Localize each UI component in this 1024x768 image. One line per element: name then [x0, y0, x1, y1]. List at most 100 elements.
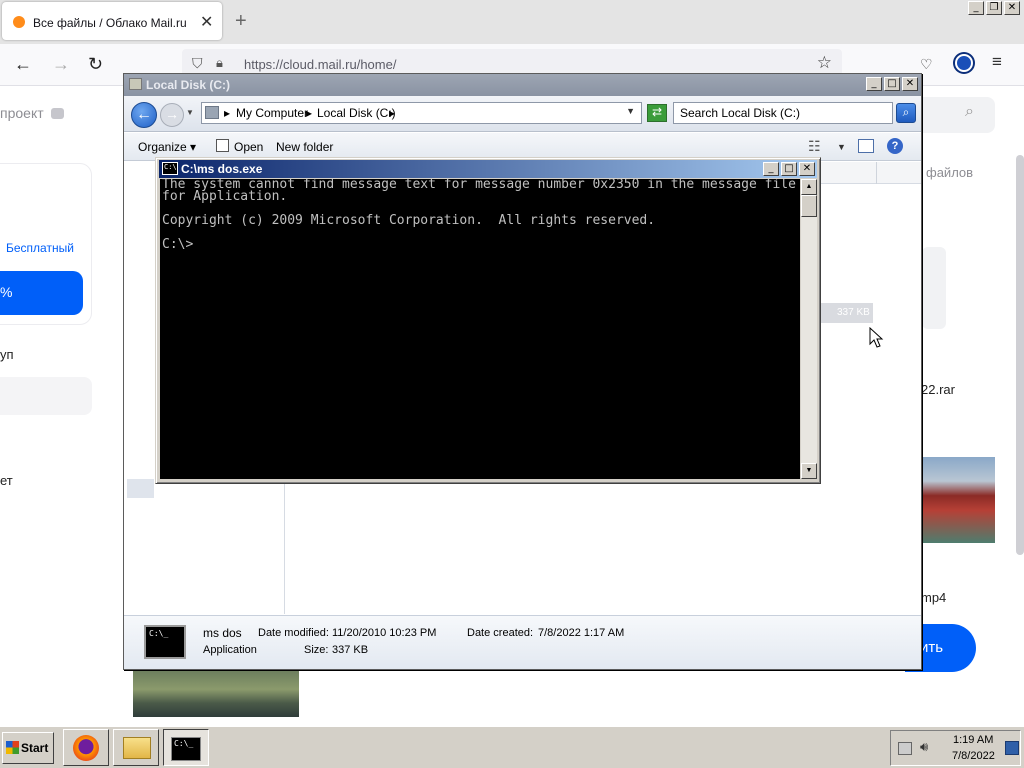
hamburger-menu-icon[interactable]: ≡ [992, 52, 1002, 72]
explorer-taskbar-button[interactable] [113, 729, 159, 766]
search-icon[interactable]: ⌕ [896, 103, 916, 123]
explorer-search-input[interactable]: Search Local Disk (C:) [673, 102, 893, 124]
vk-badge-icon [51, 108, 64, 119]
close-icon[interactable]: ✕ [799, 162, 815, 176]
network-icon[interactable] [898, 742, 912, 755]
breadcrumb-separator-icon[interactable]: ▸ [389, 106, 395, 120]
console-title: C:\ms dos.exe [181, 162, 263, 176]
scroll-down-icon[interactable]: ▼ [801, 463, 817, 479]
breadcrumb-separator-icon[interactable]: ▸ [224, 106, 230, 120]
search-icon[interactable]: ⌕ [965, 103, 974, 121]
minimize-icon[interactable]: _ [968, 1, 984, 15]
address-field[interactable]: ▸ My Computer ▸ Local Disk (C:) ▸ ▼ [201, 102, 642, 124]
selected-file-size-cell[interactable]: 337 KB [820, 303, 873, 323]
windows-logo-icon [6, 741, 19, 754]
taskbar: Start C:\_ 🔊︎ 1:19 AM 7/8/2022 [0, 725, 1024, 768]
lock-icon[interactable]: 🔒︎ [216, 55, 223, 71]
start-button[interactable]: Start [2, 732, 54, 764]
internet-section-label: ет [0, 473, 13, 488]
mouse-pointer-icon [869, 327, 884, 348]
back-arrow-icon[interactable]: ← [14, 54, 32, 75]
project-label[interactable]: проект [0, 105, 44, 121]
firefox-taskbar-button[interactable] [63, 729, 109, 766]
file-type: Application [203, 644, 257, 656]
file-thumbnail-placeholder[interactable] [922, 247, 946, 329]
clock-time[interactable]: 1:19 AM [953, 734, 993, 746]
open-icon [216, 139, 229, 152]
views-icon[interactable]: ☷ [808, 138, 821, 155]
plan-action-label: % [0, 284, 13, 300]
console-window-controls: _ □ ✕ [763, 162, 815, 176]
rar-file-name[interactable]: 22.rar [921, 382, 955, 397]
minimize-icon[interactable]: _ [866, 77, 882, 91]
organize-label: Organize [138, 140, 187, 154]
console-window: C:\ C:\ms dos.exe _ □ ✕ The system canno… [155, 157, 821, 484]
volume-icon[interactable]: 🔊︎ [920, 739, 928, 755]
close-icon[interactable]: ✕ [902, 77, 918, 91]
start-label: Start [21, 741, 49, 755]
tracking-shield-icon[interactable]: ⛉ [192, 55, 203, 72]
forward-arrow-icon[interactable]: → [160, 103, 184, 127]
new-tab-icon[interactable]: + [235, 10, 247, 33]
files-header: файлов [926, 165, 974, 180]
photo-thumbnail[interactable] [921, 457, 995, 543]
maximize-icon[interactable]: □ [884, 77, 900, 91]
browser-window-controls: _ ❐ ✕ [968, 1, 1020, 15]
new-folder-button[interactable]: New folder [276, 140, 333, 154]
tab-title: Все файлы / Облако Mail.ru [33, 16, 187, 30]
date-modified-value: 11/20/2010 10:23 PM [332, 627, 437, 639]
explorer-title-bar[interactable]: Local Disk (C:) _ □ ✕ [124, 74, 921, 96]
bookmark-star-icon[interactable]: ☆ [817, 53, 832, 73]
views-dropdown-icon[interactable]: ▼ [837, 142, 846, 152]
group-section-label: уп [0, 347, 14, 362]
forward-arrow-icon[interactable]: → [52, 54, 70, 75]
console-taskbar-button[interactable]: C:\_ [163, 729, 209, 766]
maximize-icon[interactable]: □ [781, 162, 797, 176]
page-search-field[interactable] [915, 97, 995, 133]
organize-button[interactable]: Organize ▾ [138, 140, 196, 154]
nav-selected-item[interactable] [127, 479, 154, 498]
size-label: Size: [304, 644, 329, 656]
url-text[interactable]: https://cloud.mail.ru/home/ [244, 57, 396, 72]
mp4-file-name[interactable]: mp4 [921, 590, 946, 605]
firefox-icon [73, 735, 99, 761]
browser-tab[interactable]: Все файлы / Облако Mail.ru ✕ [2, 2, 222, 40]
clock-date[interactable]: 7/8/2022 [952, 750, 995, 762]
plan-action-button[interactable]: % [0, 271, 83, 315]
page-scrollbar[interactable] [1016, 155, 1024, 555]
photo-thumbnail-bottom[interactable] [133, 671, 299, 717]
upload-button-label: ить [920, 639, 944, 656]
free-plan-label[interactable]: Бесплатный [6, 241, 74, 255]
address-dropdown-icon[interactable]: ▼ [626, 106, 635, 116]
scroll-up-icon[interactable]: ▲ [801, 179, 817, 195]
preview-pane-icon[interactable] [858, 139, 874, 153]
console-screen[interactable]: The system cannot find message text for … [160, 179, 800, 479]
search-placeholder: Search Local Disk (C:) [680, 106, 801, 120]
column-header[interactable] [806, 162, 921, 184]
date-created-value: 7/8/2022 1:17 AM [538, 627, 625, 639]
console-scrollbar[interactable]: ▲ ▼ [801, 179, 817, 479]
pocket-icon[interactable]: ♡ [920, 56, 933, 73]
open-button[interactable]: Open [234, 140, 263, 154]
column-divider[interactable] [876, 162, 877, 184]
restore-icon[interactable]: ❐ [986, 1, 1002, 15]
breadcrumb-local-disk[interactable]: Local Disk (C:) [317, 106, 396, 120]
show-desktop-icon[interactable] [1005, 741, 1019, 755]
refresh-icon[interactable]: ⇄ [647, 104, 667, 122]
breadcrumb-my-computer[interactable]: My Computer [236, 106, 308, 120]
account-icon[interactable] [955, 54, 973, 72]
reload-icon[interactable]: ↻ [88, 54, 103, 75]
file-name: ms dos [203, 626, 242, 640]
size-value: 337 KB [332, 644, 369, 656]
minimize-icon[interactable]: _ [763, 162, 779, 176]
history-dropdown-icon[interactable]: ▼ [186, 108, 194, 117]
close-icon[interactable]: ✕ [1004, 1, 1020, 15]
back-arrow-icon[interactable]: ← [131, 102, 157, 128]
console-title-bar[interactable]: C:\ C:\ms dos.exe _ □ ✕ [159, 160, 817, 178]
tab-close-icon[interactable]: ✕ [200, 12, 213, 32]
sidebar-item-placeholder[interactable] [0, 377, 92, 415]
date-modified-label: Date modified: [258, 627, 329, 639]
scroll-thumb[interactable] [801, 195, 817, 217]
breadcrumb-separator-icon[interactable]: ▸ [306, 106, 312, 120]
help-icon[interactable]: ? [887, 138, 903, 154]
